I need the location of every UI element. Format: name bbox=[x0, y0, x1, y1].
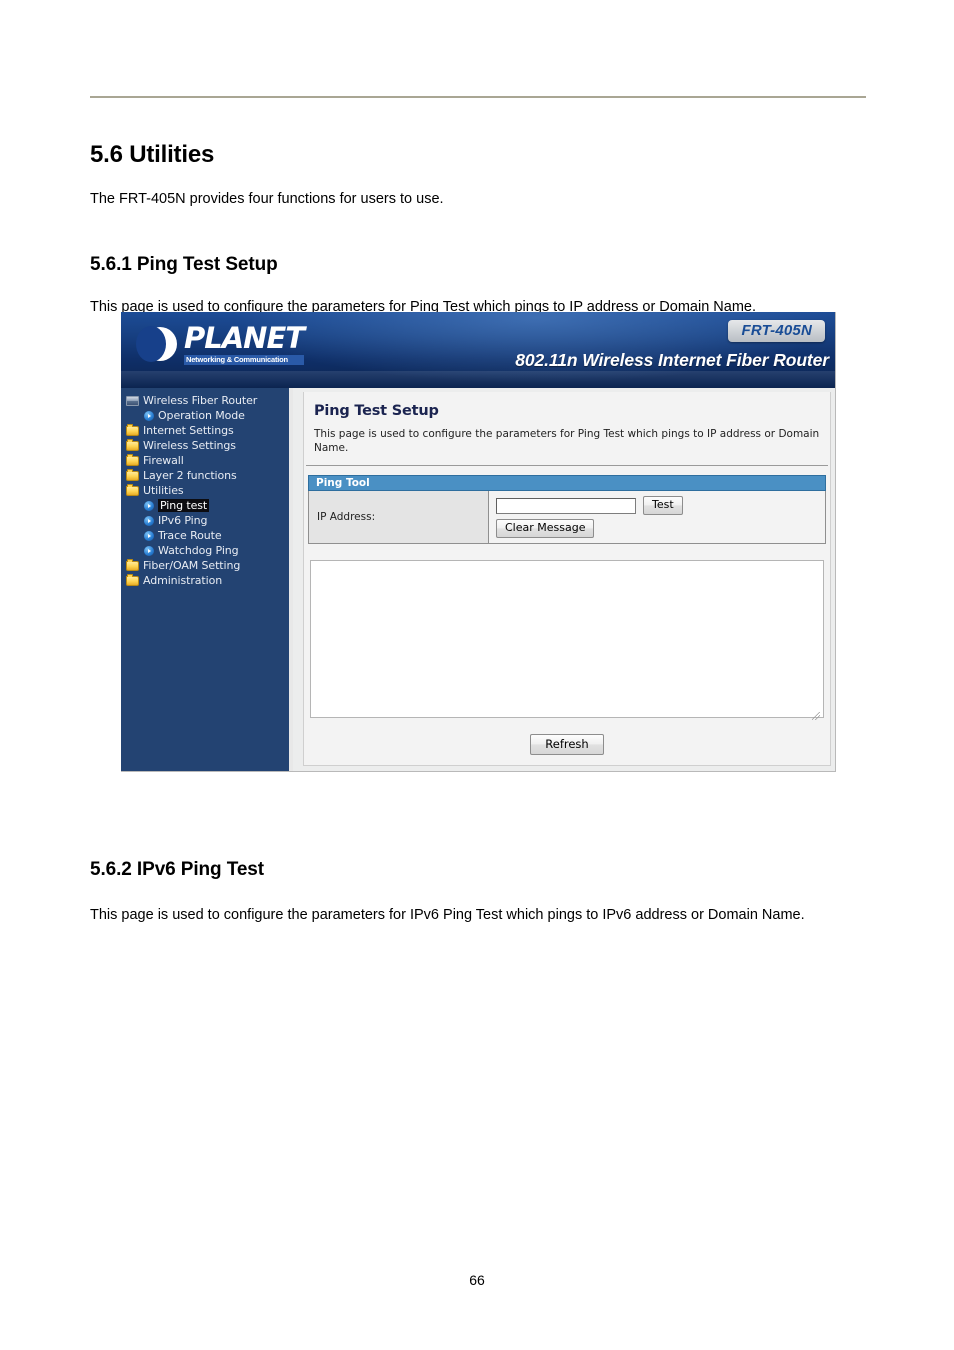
ping-result-textarea[interactable] bbox=[310, 560, 824, 718]
arrow-bullet-icon bbox=[144, 515, 154, 526]
refresh-row: Refresh bbox=[304, 734, 830, 755]
sidebar-item-label: Ping test bbox=[158, 499, 210, 512]
sidebar-item-label: Firewall bbox=[143, 454, 184, 467]
router-icon bbox=[126, 395, 139, 406]
sidebar-item-label: Fiber/OAM Setting bbox=[143, 559, 241, 572]
sidebar-item-label: Trace Route bbox=[158, 529, 222, 542]
sidebar-item-label: IPv6 Ping bbox=[158, 514, 208, 527]
router-banner: PLANET Networking & Communication FRT-40… bbox=[121, 312, 835, 388]
document-page: 5.6 Utilities The FRT-405N provides four… bbox=[0, 0, 954, 1350]
folder-icon bbox=[126, 423, 139, 436]
test-button[interactable]: Test bbox=[643, 496, 683, 515]
sidebar-item-utilities[interactable]: Utilities bbox=[121, 483, 289, 498]
subsection-title-ipv6-ping-test: 5.6.2 IPv6 Ping Test bbox=[90, 858, 265, 880]
sidebar-item-administration[interactable]: Administration bbox=[121, 573, 289, 588]
sidebar-item-label: Layer 2 functions bbox=[143, 469, 237, 482]
sidebar-item-label: Watchdog Ping bbox=[158, 544, 239, 557]
section-bar-label: Ping Tool bbox=[316, 477, 370, 489]
ping-tool-section-header: Ping Tool bbox=[308, 475, 826, 491]
folder-icon bbox=[126, 468, 139, 481]
page-number: 66 bbox=[469, 1272, 485, 1288]
router-sidebar: Wireless Fiber Router Operation Mode Int… bbox=[121, 388, 289, 771]
sidebar-item-internet-settings[interactable]: Internet Settings bbox=[121, 423, 289, 438]
model-description: 802.11n Wireless Internet Fiber Router bbox=[515, 350, 829, 370]
sidebar-item-trace-route[interactable]: Trace Route bbox=[121, 528, 289, 543]
brand-tagline: Networking & Communication bbox=[184, 355, 305, 365]
clear-message-button[interactable]: Clear Message bbox=[496, 519, 595, 538]
router-ui-screenshot: PLANET Networking & Communication FRT-40… bbox=[121, 312, 836, 772]
panel-title: Ping Test Setup bbox=[314, 403, 439, 419]
ping-test-panel: Ping Test Setup This page is used to con… bbox=[303, 392, 831, 766]
sidebar-item-label: Internet Settings bbox=[143, 424, 234, 437]
refresh-button[interactable]: Refresh bbox=[530, 734, 604, 755]
sidebar-item-label: Operation Mode bbox=[158, 409, 245, 422]
section-intro-text: The FRT-405N provides four functions for… bbox=[90, 190, 444, 207]
sidebar-item-firewall[interactable]: Firewall bbox=[121, 453, 289, 468]
panel-divider bbox=[306, 465, 828, 466]
sidebar-item-label: Wireless Fiber Router bbox=[143, 394, 258, 407]
router-content-area: Ping Test Setup This page is used to con… bbox=[289, 388, 835, 771]
ip-address-label: IP Address: bbox=[317, 511, 376, 523]
brand-name: PLANET bbox=[184, 321, 305, 355]
header-rule bbox=[90, 96, 866, 98]
folder-icon bbox=[126, 573, 139, 586]
sidebar-item-watchdog-ping[interactable]: Watchdog Ping bbox=[121, 543, 289, 558]
arrow-bullet-icon bbox=[144, 530, 154, 541]
folder-icon bbox=[126, 558, 139, 571]
sidebar-item-label: Utilities bbox=[143, 484, 184, 497]
sidebar-item-wireless-fiber-router[interactable]: Wireless Fiber Router bbox=[121, 393, 289, 408]
planet-logo: PLANET Networking & Communication bbox=[136, 321, 305, 365]
ip-address-input[interactable] bbox=[496, 497, 636, 514]
page-title: 5.6 Utilities bbox=[90, 141, 215, 169]
planet-moon-logo-icon bbox=[136, 326, 177, 363]
arrow-bullet-icon bbox=[144, 500, 154, 511]
folder-icon bbox=[126, 453, 139, 466]
panel-description: This page is used to configure the param… bbox=[314, 428, 820, 454]
model-badge: FRT-405N bbox=[728, 320, 825, 342]
ping-tool-form: IP Address: Test Clear Message bbox=[308, 491, 826, 544]
sidebar-item-wireless-settings[interactable]: Wireless Settings bbox=[121, 438, 289, 453]
subsection-intro-ipv6-ping-test: This page is used to configure the param… bbox=[90, 906, 805, 923]
folder-open-icon bbox=[126, 483, 139, 496]
folder-icon bbox=[126, 438, 139, 451]
arrow-bullet-icon bbox=[144, 410, 154, 421]
ping-result-wrapper bbox=[308, 558, 826, 725]
sidebar-item-ipv6-ping[interactable]: IPv6 Ping bbox=[121, 513, 289, 528]
ip-address-label-cell: IP Address: bbox=[309, 491, 489, 543]
sidebar-item-label: Administration bbox=[143, 574, 223, 587]
sidebar-item-operation-mode[interactable]: Operation Mode bbox=[121, 408, 289, 423]
subsection-title-ping-test-setup: 5.6.1 Ping Test Setup bbox=[90, 253, 278, 275]
sidebar-item-ping-test[interactable]: Ping test bbox=[121, 498, 289, 513]
arrow-bullet-icon bbox=[144, 545, 154, 556]
sidebar-item-fiber-oam-setting[interactable]: Fiber/OAM Setting bbox=[121, 558, 289, 573]
sidebar-item-label: Wireless Settings bbox=[143, 439, 236, 452]
sidebar-item-layer-2-functions[interactable]: Layer 2 functions bbox=[121, 468, 289, 483]
ip-address-field-cell: Test Clear Message bbox=[489, 491, 825, 543]
